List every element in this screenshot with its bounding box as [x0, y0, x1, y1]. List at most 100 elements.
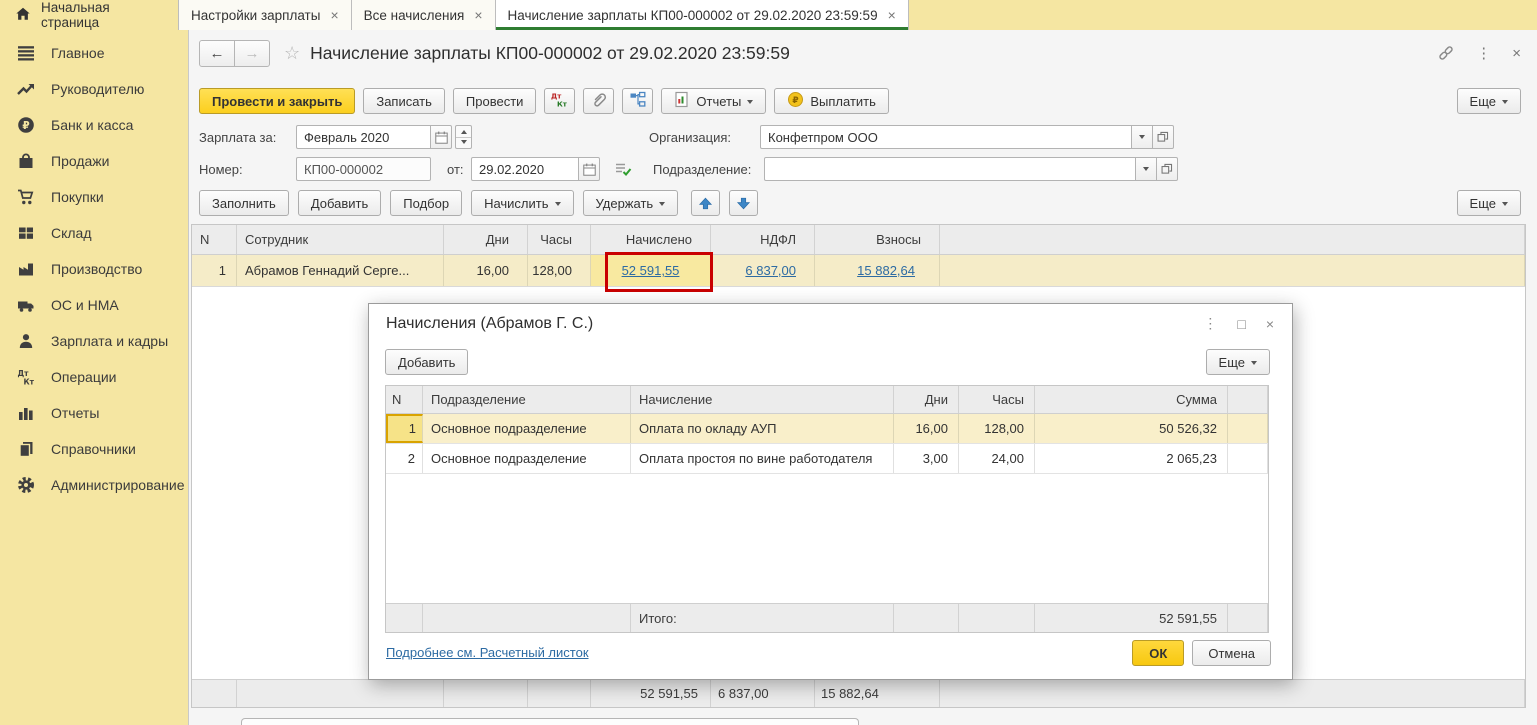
- sidebar-item-manager[interactable]: Руководителю: [0, 71, 188, 107]
- favorite-star-icon[interactable]: ☆: [284, 43, 300, 64]
- table-row[interactable]: 1 Абрамов Геннадий Серге... 16,00 128,00…: [192, 255, 1525, 287]
- chevron-down-icon: [659, 202, 665, 209]
- calendar-icon[interactable]: [430, 125, 452, 149]
- ruble-coin-icon: ₽: [787, 91, 804, 111]
- close-icon[interactable]: ×: [330, 7, 338, 23]
- tab-home[interactable]: Начальная страница: [0, 0, 178, 30]
- ruble-icon: ₽: [16, 116, 36, 134]
- ndfl-amount-link[interactable]: 6 837,00: [745, 263, 796, 278]
- more-dots-icon[interactable]: ⋮: [1476, 44, 1491, 62]
- forward-button[interactable]: →: [234, 40, 270, 67]
- svg-text:Дт: Дт: [551, 93, 562, 101]
- document-toolbar: Провести и закрыть Записать Провести ДтК…: [199, 88, 889, 114]
- organization-open-button[interactable]: [1152, 125, 1174, 149]
- reports-button[interactable]: Отчеты: [661, 88, 766, 114]
- post-button[interactable]: Провести: [453, 88, 537, 114]
- svg-text:Кт: Кт: [24, 378, 35, 387]
- move-up-button[interactable]: [691, 190, 720, 216]
- dialog-add-button[interactable]: Добавить: [385, 349, 468, 375]
- sidebar-item-reports[interactable]: Отчеты: [0, 395, 188, 431]
- post-and-close-button[interactable]: Провести и закрыть: [199, 88, 355, 114]
- show-postings-button[interactable]: ДтКт: [544, 88, 575, 114]
- accrual-row[interactable]: 2 Основное подразделение Оплата простоя …: [386, 444, 1268, 474]
- sidebar-item-fixed-assets[interactable]: ОС и НМА: [0, 287, 188, 323]
- close-icon[interactable]: ×: [474, 7, 482, 23]
- ok-button[interactable]: ОК: [1132, 640, 1184, 666]
- organization-label: Организация:: [649, 130, 760, 145]
- tab-salary-settings[interactable]: Настройки зарплаты ×: [178, 0, 352, 30]
- date-input[interactable]: 29.02.2020: [471, 157, 579, 181]
- sidebar-item-directories[interactable]: Справочники: [0, 431, 188, 467]
- tab-all-accruals[interactable]: Все начисления ×: [352, 0, 496, 30]
- close-icon[interactable]: ×: [1266, 316, 1274, 332]
- cancel-button[interactable]: Отмена: [1192, 640, 1271, 666]
- contributions-amount-link[interactable]: 15 882,64: [857, 263, 915, 278]
- close-icon[interactable]: ×: [888, 7, 896, 23]
- sidebar-item-purchases[interactable]: Покупки: [0, 179, 188, 215]
- period-stepper[interactable]: [455, 125, 472, 149]
- spin-up-icon: [461, 127, 467, 134]
- sidebar-item-label: Банк и касса: [51, 117, 133, 133]
- sidebar-item-label: ОС и НМА: [51, 297, 119, 313]
- organization-dropdown-button[interactable]: [1131, 125, 1153, 149]
- sidebar-item-label: Руководителю: [51, 81, 144, 97]
- comment-field-partial[interactable]: [241, 718, 859, 725]
- sidebar-item-label: Зарплата и кадры: [51, 333, 168, 349]
- department-open-button[interactable]: [1156, 157, 1178, 181]
- svg-text:₽: ₽: [793, 96, 799, 106]
- sidebar-item-warehouse[interactable]: Склад: [0, 215, 188, 251]
- menu-icon: [16, 44, 36, 62]
- salary-for-label: Зарплата за:: [199, 130, 296, 145]
- back-button[interactable]: ←: [199, 40, 235, 67]
- tab-bar: Начальная страница Настройки зарплаты × …: [0, 0, 1537, 30]
- department-input[interactable]: [764, 157, 1136, 181]
- payslip-details-link[interactable]: Подробнее см. Расчетный листок: [386, 645, 589, 660]
- attachments-button[interactable]: [583, 88, 614, 114]
- more-dots-icon[interactable]: ⋮: [1203, 315, 1217, 332]
- department-dropdown-button[interactable]: [1135, 157, 1157, 181]
- sidebar-item-sales[interactable]: Продажи: [0, 143, 188, 179]
- sidebar-item-bank-cash[interactable]: ₽ Банк и касса: [0, 107, 188, 143]
- sidebar-item-label: Производство: [51, 261, 142, 277]
- save-button[interactable]: Записать: [363, 88, 445, 114]
- trend-icon: [16, 80, 36, 98]
- accrued-amount-cell[interactable]: 52 591,55: [591, 255, 711, 286]
- accrue-button[interactable]: Начислить: [471, 190, 573, 216]
- move-down-button[interactable]: [729, 190, 758, 216]
- sidebar-item-label: Продажи: [51, 153, 109, 169]
- sidebar-item-production[interactable]: Производство: [0, 251, 188, 287]
- tab-label: Начисление зарплаты КП00-000002 от 29.02…: [508, 8, 878, 23]
- chevron-down-icon: [1139, 135, 1145, 142]
- dialog-title: Начисления (Абрамов Г. С.): [386, 315, 593, 333]
- fill-button[interactable]: Заполнить: [199, 190, 289, 216]
- paperclip-icon: [590, 91, 607, 111]
- structure-button[interactable]: [622, 88, 653, 114]
- organization-input[interactable]: Конфетпром ООО: [760, 125, 1132, 149]
- more-button-table[interactable]: Еще: [1457, 190, 1521, 216]
- dialog-more-button[interactable]: Еще: [1206, 349, 1270, 375]
- sidebar-item-salary-hr[interactable]: Зарплата и кадры: [0, 323, 188, 359]
- tab-salary-accrual-document[interactable]: Начисление зарплаты КП00-000002 от 29.02…: [496, 0, 909, 30]
- chevron-down-icon: [555, 202, 561, 209]
- sidebar-item-main[interactable]: Главное: [0, 35, 188, 71]
- sidebar-item-operations[interactable]: ДтКт Операции: [0, 359, 188, 395]
- sidebar-item-label: Склад: [51, 225, 92, 241]
- withhold-button[interactable]: Удержать: [583, 190, 679, 216]
- link-icon[interactable]: [1437, 44, 1455, 62]
- arrow-down-icon: [736, 196, 751, 211]
- maximize-icon[interactable]: □: [1237, 316, 1245, 332]
- number-input[interactable]: КП00-000002: [296, 157, 431, 181]
- sidebar-item-administration[interactable]: Администрирование: [0, 467, 188, 503]
- accrual-row[interactable]: 1 Основное подразделение Оплата по оклад…: [386, 414, 1268, 444]
- more-button-top[interactable]: Еще: [1457, 88, 1521, 114]
- calendar-icon[interactable]: [578, 157, 600, 181]
- close-icon[interactable]: ×: [1512, 45, 1521, 62]
- salary-period-input[interactable]: Февраль 2020: [296, 125, 431, 149]
- pick-button[interactable]: Подбор: [390, 190, 462, 216]
- focused-cell[interactable]: 1: [386, 414, 423, 443]
- add-row-button[interactable]: Добавить: [298, 190, 381, 216]
- chevron-down-icon: [747, 100, 753, 107]
- accrued-amount-link[interactable]: 52 591,55: [622, 263, 680, 278]
- pay-button[interactable]: ₽ Выплатить: [774, 88, 889, 114]
- list-check-icon[interactable]: [614, 160, 632, 178]
